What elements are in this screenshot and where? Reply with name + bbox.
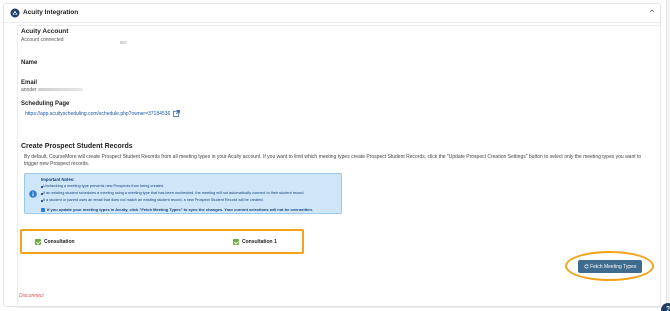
disconnect-link[interactable]: Disconnect (19, 293, 44, 299)
chevron-up-icon[interactable] (649, 8, 655, 14)
notice-line: If an existing student schedules a meeti… (43, 191, 305, 195)
email-value: annder (21, 87, 37, 93)
scheduling-page-link[interactable]: https://app.acuityscheduling.com/schedul… (25, 111, 170, 117)
notice-line: Unchecking a meeting type prevents new P… (43, 184, 165, 188)
name-label: Name (21, 60, 38, 66)
meeting-type-label[interactable]: Consultation 1 (242, 239, 277, 245)
checkbox-icon (41, 208, 45, 212)
important-notes-box: Important Notes: Unchecking a meeting ty… (24, 173, 342, 214)
consultation-1-checkbox[interactable] (233, 239, 239, 245)
prospect-description: By default, CourseMore will create Prosp… (24, 154, 642, 167)
fetch-button-label: Fetch Meeting Types (590, 263, 637, 270)
external-link-icon[interactable] (173, 110, 180, 117)
consultation-checkbox[interactable] (35, 239, 41, 245)
info-icon (29, 190, 37, 198)
panel-header[interactable]: Acuity Integration (4, 4, 660, 23)
fetch-meeting-types-button[interactable]: Fetch Meeting Types (578, 260, 642, 273)
prospect-section-title: Create Prospect Student Records (21, 143, 133, 150)
scheduling-page-label: Scheduling Page (21, 101, 70, 107)
account-status: Account connected (21, 37, 64, 43)
panel-title: Acuity Integration (23, 9, 79, 16)
email-label: Email (21, 80, 38, 86)
meeting-type-label[interactable]: Consultation (44, 239, 75, 245)
notice-title: Important Notes: (41, 177, 75, 182)
notice-strong-line: If you update your meeting types in Acui… (47, 207, 314, 212)
redacted-text (120, 41, 127, 44)
notice-line: If a student or parent uses an email tha… (43, 198, 264, 202)
scrollbar[interactable] (666, 0, 670, 311)
acuity-account-label: Acuity Account (21, 28, 69, 35)
help-button[interactable]: ? (661, 303, 670, 311)
acuity-logo-icon (10, 8, 20, 18)
redacted-email (38, 88, 83, 91)
refresh-icon (584, 264, 589, 269)
